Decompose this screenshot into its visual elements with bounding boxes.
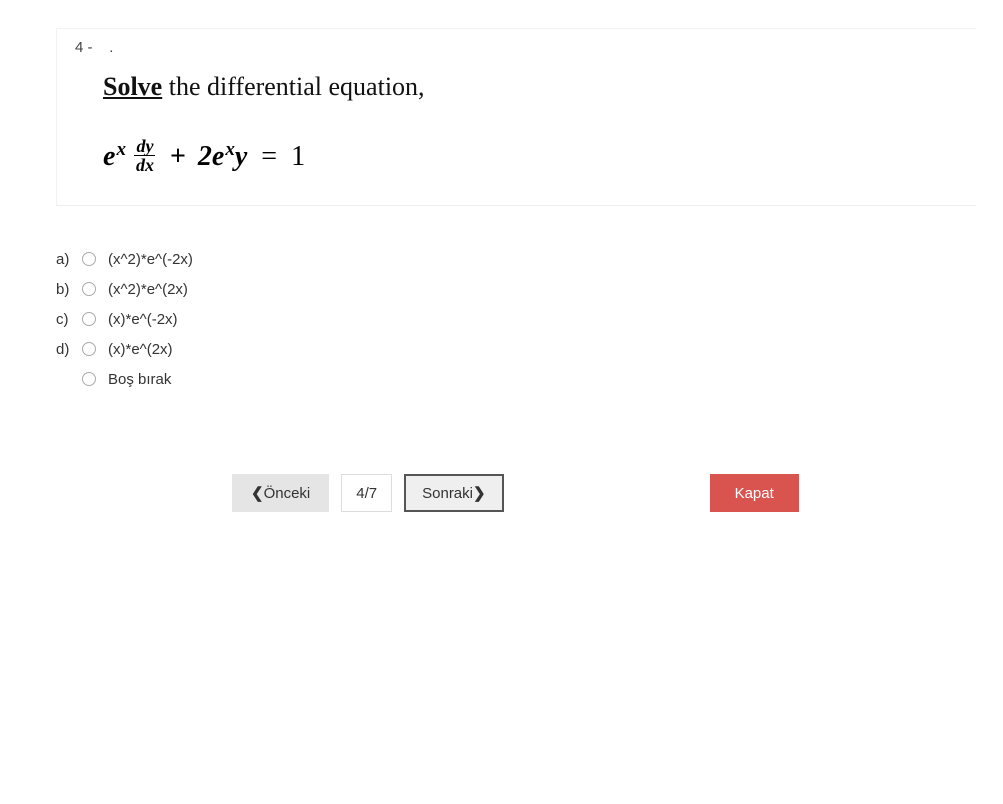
question-number: 4 - . [75, 39, 958, 56]
question-prompt: Solve the differential equation, [103, 72, 958, 102]
chevron-left-icon: ❮ [251, 484, 264, 502]
eq-one: 1 [291, 141, 305, 173]
answer-text: (x^2)*e^(2x) [108, 281, 188, 298]
answer-option-d: d) (x)*e^(2x) [56, 334, 1003, 364]
question-number-dot: . [109, 39, 113, 56]
question-header: 4 - . Solve the differential equation, e… [56, 28, 976, 206]
question-number-text: 4 - [75, 39, 93, 56]
equation: ex dy dx + 2exy = 1 [103, 138, 958, 175]
answer-option-b: b) (x^2)*e^(2x) [56, 274, 1003, 304]
answer-radio-b[interactable] [82, 282, 96, 296]
answer-radio-a[interactable] [82, 252, 96, 266]
answer-letter: b) [56, 281, 74, 298]
eq-dy-dx: dy dx [134, 137, 156, 174]
nav-row: ❮Önceki 4/7 Sonraki❯ Kapat [232, 474, 952, 512]
eq-equals: = [261, 141, 277, 173]
prompt-rest: the differential equation, [162, 72, 424, 101]
answer-radio-blank[interactable] [82, 372, 96, 386]
prev-label: Önceki [264, 485, 311, 502]
eq-plus: + [170, 141, 186, 173]
prompt-solve-word: Solve [103, 72, 162, 101]
answer-text: (x)*e^(2x) [108, 341, 173, 358]
chevron-right-icon: ❯ [473, 484, 486, 502]
question-block: 4 - . Solve the differential equation, e… [56, 28, 1003, 206]
eq-2exy: 2exy [198, 141, 247, 173]
answer-option-blank: Boş bırak [56, 364, 1003, 394]
answer-text: (x)*e^(-2x) [108, 311, 178, 328]
answer-text: (x^2)*e^(-2x) [108, 251, 193, 268]
answer-letter: c) [56, 311, 74, 328]
answer-radio-d[interactable] [82, 342, 96, 356]
answer-option-c: c) (x)*e^(-2x) [56, 304, 1003, 334]
page-indicator-text: 4/7 [356, 485, 377, 502]
answer-option-a: a) (x^2)*e^(-2x) [56, 244, 1003, 274]
close-button[interactable]: Kapat [710, 474, 799, 512]
answer-text: Boş bırak [108, 371, 171, 388]
prev-button[interactable]: ❮Önceki [232, 474, 329, 512]
page-indicator: 4/7 [341, 474, 392, 512]
next-button[interactable]: Sonraki❯ [404, 474, 503, 512]
next-label: Sonraki [422, 485, 473, 502]
answer-letter: d) [56, 341, 74, 358]
answers-list: a) (x^2)*e^(-2x) b) (x^2)*e^(2x) c) (x)*… [56, 244, 1003, 394]
quiz-page: 4 - . Solve the differential equation, e… [0, 28, 1003, 512]
eq-e1: ex [103, 141, 126, 173]
close-label: Kapat [735, 485, 774, 502]
answer-radio-c[interactable] [82, 312, 96, 326]
answer-letter: a) [56, 251, 74, 268]
